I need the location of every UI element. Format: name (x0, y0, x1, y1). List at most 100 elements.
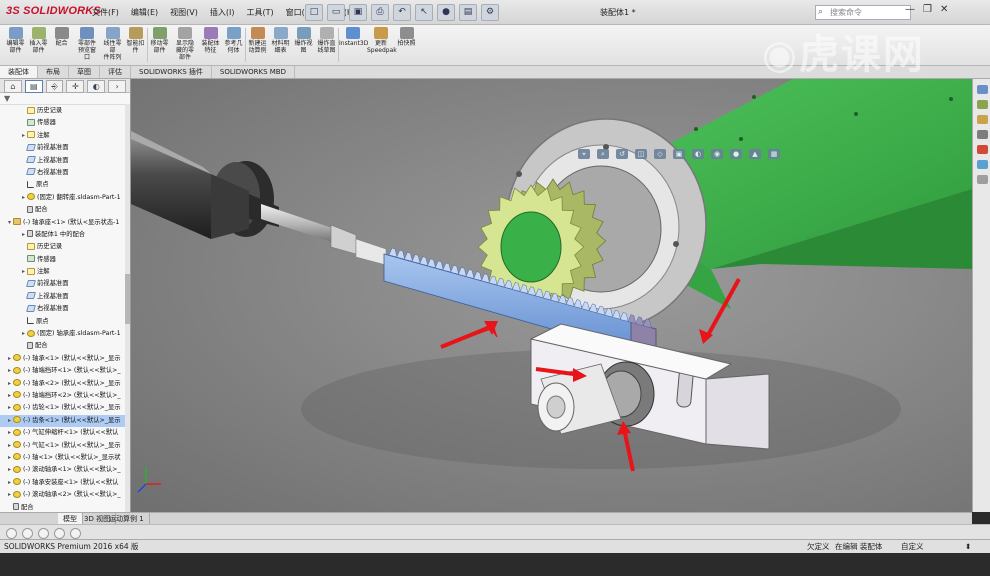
appearances-icon[interactable] (976, 145, 988, 154)
expand-arrow-icon[interactable]: ▸ (6, 477, 13, 489)
toolbar-button[interactable]: 参考几 何体 (222, 25, 245, 62)
section-view-icon[interactable]: ◫ (635, 149, 647, 159)
next-tab-icon[interactable] (38, 528, 49, 539)
save-icon[interactable]: ▣ (349, 4, 367, 21)
toolbar-button[interactable]: 爆炸视 图 (292, 25, 315, 62)
solidworks-forum-icon[interactable] (976, 175, 988, 184)
tree-item[interactable]: ▸ (-) 齿轮<1> (默认<<默认>_显示 (0, 402, 130, 414)
menu-item[interactable]: 文件(F) (92, 7, 119, 18)
expand-arrow-icon[interactable]: ▸ (6, 353, 13, 365)
open-folder-icon[interactable]: ▭ (327, 4, 345, 21)
toolbar-button[interactable]: 移动零 部件 (148, 25, 171, 62)
tree-item[interactable]: ▸ (-) 齿条<1> (默认<<默认>_显示 (0, 414, 130, 428)
last-tab-icon[interactable] (54, 528, 65, 539)
tree-item[interactable]: 历史记录 (0, 105, 130, 117)
expand-arrow-icon[interactable]: ▸ (20, 130, 27, 142)
file-explorer-icon[interactable] (976, 115, 988, 124)
menu-item[interactable]: 视图(V) (170, 7, 198, 18)
tree-item[interactable]: ▸ (固定) 轴承座.sldasm-Part-1 (0, 328, 130, 340)
tree-item[interactable]: ▸ (-) 滚动轴承<1> (默认<<默认>_ (0, 464, 130, 476)
toolbar-button[interactable]: 智能扣 件 (124, 25, 147, 62)
zoom-to-fit-icon[interactable]: ⌖ (578, 149, 590, 159)
filter-icon[interactable]: ▼ (0, 93, 130, 105)
toolbar-button[interactable]: 装配体 特征 (199, 25, 222, 62)
apply-scene-icon[interactable]: ▲ (749, 149, 761, 159)
expand-arrow-icon[interactable]: ▸ (20, 266, 27, 278)
toolbar-button[interactable]: 零部件 预览窗 口 (73, 25, 101, 62)
tree-item[interactable]: 历史记录 (0, 241, 130, 253)
close-icon[interactable]: ✕ (940, 4, 948, 15)
expand-arrow-icon[interactable]: ▸ (6, 365, 13, 377)
tree-item[interactable]: 原点 (0, 179, 130, 191)
solidworks-logo[interactable]: 3S SOLIDWORKS (6, 5, 101, 17)
edit-appearance-icon[interactable]: ● (730, 149, 742, 159)
toolbar-button[interactable]: 新建运 动算例 (246, 25, 269, 62)
toolbar-button[interactable]: 拍快照 (395, 25, 418, 62)
tree-item[interactable]: ▸ 注解 (0, 130, 130, 142)
expand-arrow-icon[interactable]: ▸ (6, 415, 13, 427)
expand-arrow-icon[interactable]: ▸ (6, 390, 13, 402)
tree-item[interactable]: 前视基准面 (0, 142, 130, 154)
units-selector[interactable]: 自定义 (901, 540, 924, 554)
expand-arrow-icon[interactable]: ▸ (6, 489, 13, 501)
tree-item[interactable]: ▸ 注解 (0, 266, 130, 278)
scrollbar-thumb[interactable] (125, 274, 130, 324)
expand-arrow-icon[interactable]: ▸ (20, 229, 27, 241)
status-expand-icon[interactable]: ⬍ (965, 540, 971, 554)
expand-arrow-icon[interactable]: ▸ (6, 452, 13, 464)
panel-expand-icon[interactable]: › (108, 80, 126, 93)
command-tab[interactable]: 草图 (69, 66, 100, 78)
3d-model-view[interactable] (131, 79, 972, 512)
tree-item[interactable]: 传感器 (0, 254, 130, 266)
view-palette-icon[interactable] (976, 130, 988, 139)
search-commands-input[interactable]: ⌕ 搜索命令 (815, 5, 911, 20)
expand-arrow-icon[interactable]: ▸ (6, 427, 13, 439)
air-cylinder[interactable] (131, 131, 279, 239)
tree-item[interactable]: ▸ (-) 轴承安装座<1> (默认<<默认 (0, 477, 130, 489)
tree-item[interactable]: ▸ (-) 轴<1> (默认<<默认>_显示状 (0, 452, 130, 464)
tree-item[interactable]: ▸ (-) 轴端挡环<2> (默认<<默认>_ (0, 390, 130, 402)
tree-item[interactable]: 前视基准面 (0, 278, 130, 290)
command-tab[interactable]: SOLIDWORKS MBD (212, 66, 295, 78)
display-style-icon[interactable]: ◐ (692, 149, 704, 159)
piston-rod[interactable] (261, 204, 387, 266)
file-properties-icon[interactable]: ▤ (459, 4, 477, 21)
expand-arrow-icon[interactable]: ▸ (20, 192, 27, 204)
tree-item[interactable]: ▾ (-) 轴承座<1> (默认<显示状态-1 (0, 217, 130, 229)
expand-arrow-icon[interactable]: ▸ (6, 402, 13, 414)
tree-item[interactable]: ▸ (-) 气缸伸缩杆<1> (默认<<默认 (0, 427, 130, 439)
tree-item[interactable]: ▸ 装配体1 中的配合 (0, 229, 130, 241)
tree-item[interactable]: ▸ (-) 轴承<2> (默认<<默认>_显示 (0, 378, 130, 390)
toolbar-button[interactable]: 编辑零 部件 (4, 25, 27, 62)
panel-scrollbar[interactable] (125, 104, 130, 524)
property-manager-tab-icon[interactable]: ▤ (24, 80, 43, 93)
tree-item[interactable]: 配合 (0, 340, 130, 352)
command-tab[interactable]: 评估 (100, 66, 131, 78)
restore-icon[interactable]: ❐ (923, 4, 932, 15)
minimize-icon[interactable]: — (905, 4, 915, 15)
select-icon[interactable]: ↖ (415, 4, 433, 21)
toolbar-button[interactable]: 爆炸直 线草图 (315, 25, 338, 62)
tab-scroll-icon[interactable] (70, 528, 81, 539)
tree-item[interactable]: 右视基准面 (0, 303, 130, 315)
feature-manager-tab-icon[interactable]: ⌂ (4, 80, 22, 93)
print-icon[interactable]: ⎙ (371, 4, 389, 21)
menu-item[interactable]: 插入(I) (210, 7, 235, 18)
first-tab-icon[interactable] (6, 528, 17, 539)
expand-arrow-icon[interactable]: ▸ (6, 440, 13, 452)
expand-arrow-icon[interactable]: ▾ (6, 217, 13, 229)
tree-item[interactable]: 上视基准面 (0, 155, 130, 167)
toolbar-button[interactable]: 更新 Speedpak (367, 25, 397, 62)
command-tab[interactable]: SOLIDWORKS 插件 (131, 66, 212, 78)
menu-item[interactable]: 工具(T) (246, 7, 273, 18)
options-gear-icon[interactable]: ⚙ (481, 4, 499, 21)
toolbar-button[interactable]: 材料明 细表 (269, 25, 292, 62)
toolbar-button[interactable]: 插入零 部件 (27, 25, 50, 62)
design-library-icon[interactable] (976, 100, 988, 109)
expand-arrow-icon[interactable]: ▸ (20, 328, 27, 340)
hide-show-icon[interactable]: ◉ (711, 149, 723, 159)
rebuild-icon[interactable]: ● (437, 4, 455, 21)
tree-item[interactable]: ▸ (-) 气缸<1> (默认<<默认>_显示 (0, 440, 130, 452)
tree-item[interactable]: 配合 (0, 204, 130, 216)
prev-tab-icon[interactable] (22, 528, 33, 539)
